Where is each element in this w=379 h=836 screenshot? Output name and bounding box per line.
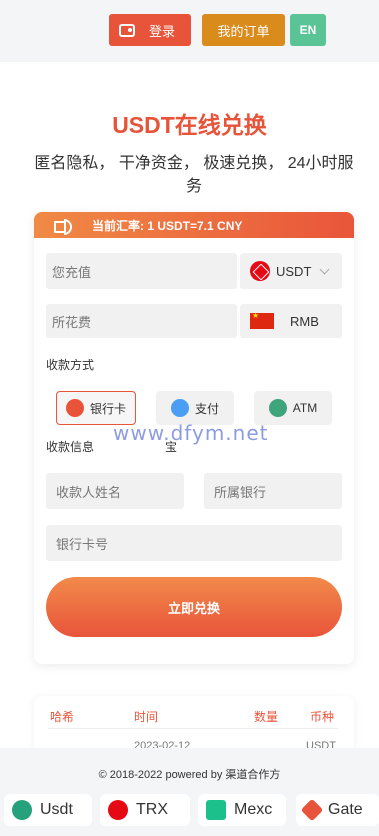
card-number-placeholder: 银行卡号 — [56, 536, 109, 552]
tron-icon — [108, 800, 128, 820]
speaker-icon — [54, 218, 72, 235]
col-header-coin: 币种 — [310, 710, 335, 724]
footer: © 2018-2022 powered by 渠道合作方 Usdt TRX Me… — [0, 748, 379, 836]
partner-label: Gate — [328, 801, 363, 818]
tether-icon — [12, 800, 32, 820]
bank-name-input[interactable]: 所属银行 — [204, 473, 342, 509]
payment-method-label: 收款方式 — [46, 358, 95, 372]
partner-mexc[interactable]: Mexc — [198, 794, 286, 826]
receiver-name-placeholder: 收款人姓名 — [56, 484, 122, 500]
cost-input[interactable]: 所花费 — [46, 304, 237, 338]
coin-select[interactable]: USDT — [240, 253, 342, 289]
wallet-icon — [118, 23, 135, 37]
partner-gate[interactable]: Gate — [296, 794, 379, 826]
card-number-input[interactable]: 银行卡号 — [46, 525, 342, 561]
coin-selected: USDT — [276, 263, 312, 279]
page-title: USDT在线兑换 — [112, 112, 267, 138]
china-flag-icon — [250, 311, 274, 329]
pay-method-label: ATM — [292, 401, 318, 415]
rate-text: 当前汇率: 1 USDT=7.1 CNY — [92, 218, 243, 233]
cost-currency: RMB — [290, 313, 319, 329]
amount-input[interactable]: 您充值 — [46, 253, 237, 289]
exchange-submit-button[interactable]: 立即兑换 — [46, 577, 342, 637]
pay-method-atm[interactable]: ATM — [254, 391, 332, 425]
cost-placeholder: 所花费 — [52, 314, 92, 330]
pay-method-alipay[interactable]: 支付 — [156, 391, 234, 425]
language-button[interactable]: EN — [290, 14, 326, 46]
bank-card-icon — [65, 399, 84, 417]
atm-icon — [268, 399, 287, 417]
tron-icon — [250, 261, 270, 281]
divider — [48, 728, 338, 729]
partner-label: Mexc — [234, 801, 273, 818]
page-subtitle: 匿名隐私， 干净资金， 极速兑换， 24小时服务 — [34, 155, 354, 195]
pay-method-bank[interactable]: 银行卡 — [56, 391, 136, 425]
bank-name-placeholder: 所属银行 — [214, 484, 267, 500]
pay-method-label: 银行卡 — [89, 401, 126, 416]
chevron-down-icon — [319, 264, 330, 274]
col-header-hash: 哈希 — [50, 710, 75, 724]
orders-table: 哈希 时间 数量 币种 2023-02-12 USDT — [34, 696, 354, 756]
partner-label: Usdt — [40, 801, 73, 818]
login-label: 登录 — [148, 23, 175, 39]
col-header-amount: 数量 — [254, 710, 279, 724]
my-orders-button[interactable]: 我的订单 — [202, 14, 285, 46]
gate-icon — [300, 798, 324, 822]
partner-usdt[interactable]: Usdt — [4, 794, 92, 826]
amount-placeholder: 您充值 — [52, 264, 92, 280]
receiver-info-label: 收款信息 — [46, 440, 95, 454]
pay-method-label: 支付 — [194, 401, 219, 416]
receiver-name-input[interactable]: 收款人姓名 — [46, 473, 184, 509]
rate-bar: 当前汇率: 1 USDT=7.1 CNY — [34, 212, 354, 238]
partner-trx[interactable]: TRX — [100, 794, 190, 826]
currency-display: RMB — [240, 304, 342, 338]
alipay-icon — [170, 399, 189, 417]
partner-label: TRX — [136, 801, 168, 818]
login-button[interactable]: 登录 — [109, 14, 191, 46]
watermark: www.dfym.net — [113, 421, 269, 445]
copyright-text: © 2018-2022 powered by 渠道合作方 — [98, 769, 281, 781]
top-bar: 登录 我的订单 EN — [0, 0, 379, 62]
mexc-icon — [206, 800, 226, 820]
col-header-time: 时间 — [134, 710, 159, 724]
